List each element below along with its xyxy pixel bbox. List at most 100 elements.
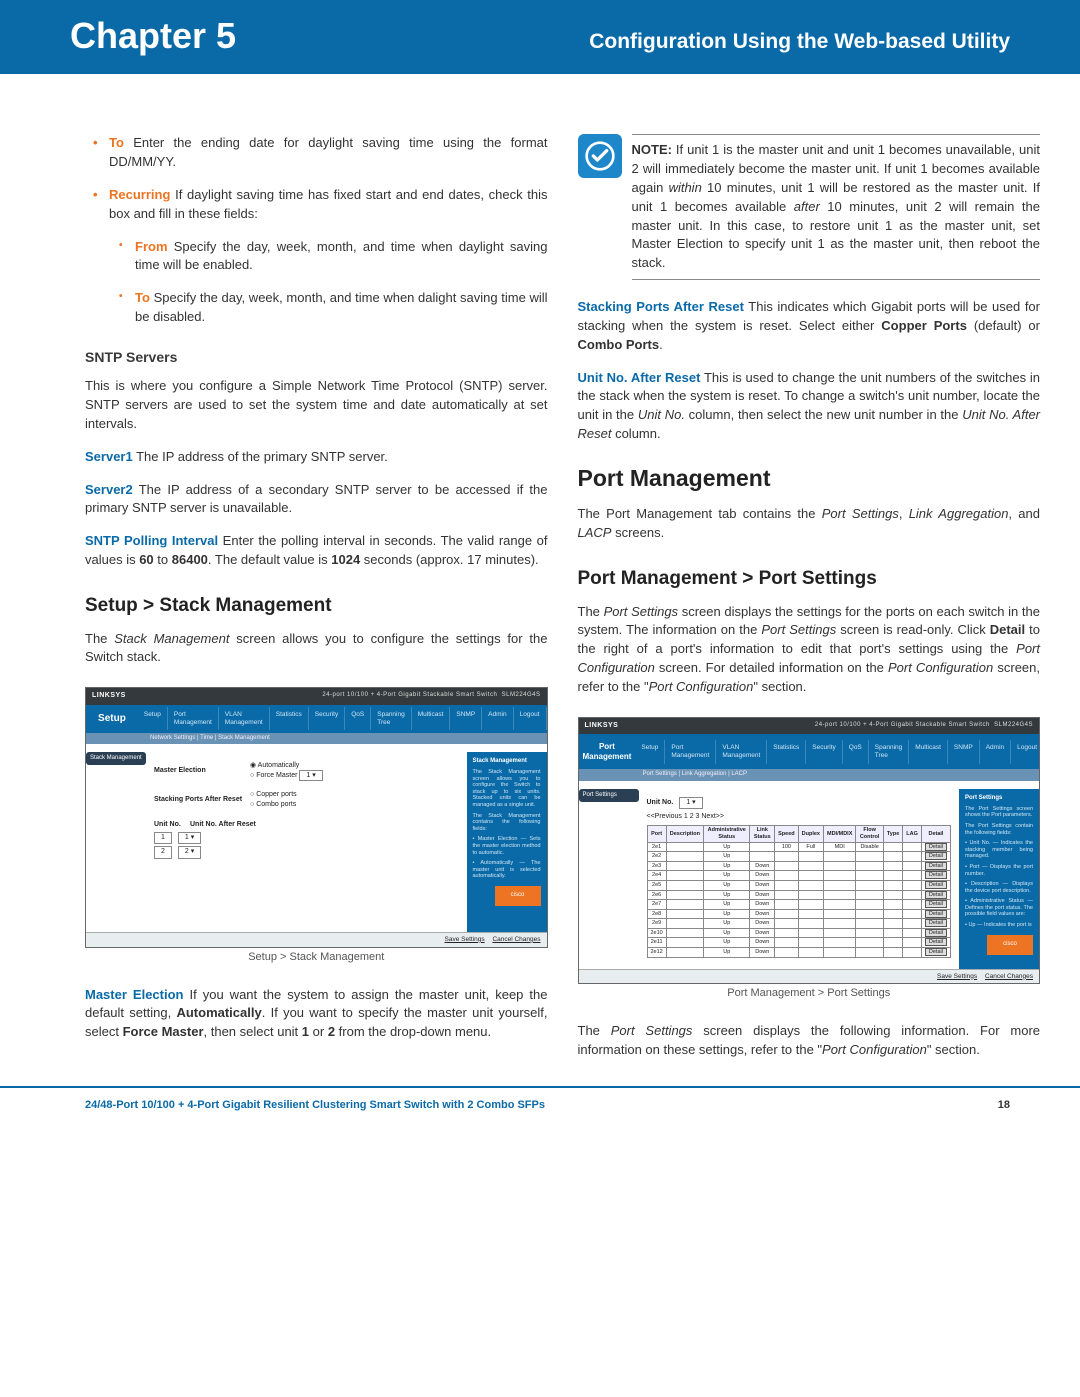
- term-to: To: [109, 135, 124, 150]
- detail-button[interactable]: Detail: [925, 919, 947, 927]
- heading-stack-mgmt: Setup > Stack Management: [85, 592, 548, 620]
- mock1-force-select[interactable]: 1 ▾: [299, 770, 322, 781]
- table-row: 2e6UpDownDetail: [647, 890, 951, 900]
- mock2-tab-multicast[interactable]: Multicast: [909, 740, 948, 764]
- mock1-tab-multicast[interactable]: Multicast: [412, 707, 451, 731]
- mock2-th-detail: Detail: [921, 826, 950, 842]
- mock2-th-lag: LAG: [903, 826, 922, 842]
- detail-button[interactable]: Detail: [925, 938, 947, 946]
- chapter-title: Chapter 5: [70, 10, 236, 62]
- table-row: 2e10UpDownDetail: [647, 928, 951, 938]
- page-number: 18: [998, 1098, 1010, 1114]
- italic-pc4: Port Configuration: [822, 1042, 927, 1057]
- bold-unit2: 2: [328, 1024, 335, 1039]
- mock2-save-button[interactable]: Save Settings: [937, 973, 977, 980]
- mock2-brand: LINKSYS: [585, 722, 619, 730]
- mock2-tab-qos[interactable]: QoS: [843, 740, 869, 764]
- bold-automatically: Automatically: [176, 1005, 261, 1020]
- mock2-th-flow: Flow Control: [856, 826, 883, 842]
- left-column: To Enter the ending date for daylight sa…: [85, 134, 548, 1066]
- detail-button[interactable]: Detail: [925, 900, 947, 908]
- page-body: To Enter the ending date for daylight sa…: [0, 74, 1080, 1086]
- mock1-tab-snmp[interactable]: SNMP: [450, 707, 482, 731]
- mock2-th-speed: Speed: [775, 826, 799, 842]
- mock2-th-link: Link Status: [750, 826, 775, 842]
- mock2-footer: Save Settings Cancel Changes: [579, 969, 1040, 984]
- mock1-leftnav: Stack Management: [86, 752, 146, 932]
- italic-ps1: Port Settings: [604, 604, 678, 619]
- mock1-save-button[interactable]: Save Settings: [445, 936, 485, 943]
- mock1-tab-stats[interactable]: Statistics: [270, 707, 309, 731]
- mock1-opt-auto[interactable]: ◉ Automatically: [250, 762, 323, 770]
- table-row: 2e5UpDownDetail: [647, 880, 951, 890]
- detail-button[interactable]: Detail: [925, 891, 947, 899]
- mock1-tab-port[interactable]: Port Management: [168, 707, 219, 731]
- bullet-from: From Specify the day, week, month, and t…: [125, 238, 548, 276]
- mock1-model: 24-port 10/100 + 4-Port Gigabit Stackabl…: [322, 692, 540, 699]
- footer-text: 24/48-Port 10/100 + 4-Port Gigabit Resil…: [85, 1098, 545, 1114]
- detail-button[interactable]: Detail: [925, 862, 947, 870]
- mock2-unitno-select[interactable]: 1 ▾: [679, 797, 702, 809]
- pmps-p2: The Port Settings screen displays the fo…: [578, 1022, 1041, 1060]
- figure-port-settings: LINKSYS 24-port 10/100 + 4-Port Gigabit …: [578, 717, 1041, 1013]
- detail-button[interactable]: Detail: [925, 871, 947, 879]
- mock1-opt-force[interactable]: ○ Force Master 1 ▾: [250, 772, 323, 780]
- table-row: 2e4UpDownDetail: [647, 871, 951, 881]
- mock1-help-title: Stack Management: [473, 758, 541, 765]
- table-row: 2e3UpDownDetail: [647, 861, 951, 871]
- mock1-r2-u: 2: [154, 846, 172, 858]
- mock1-tab-setup[interactable]: Setup: [138, 707, 168, 731]
- table-row: 2e8UpDownDetail: [647, 909, 951, 919]
- mock2-tab-logout[interactable]: Logout: [1011, 740, 1040, 764]
- italic-link-agg: Link Aggregation: [909, 506, 1009, 521]
- mock1-opt-combo[interactable]: ○ Combo ports: [250, 801, 297, 809]
- bullet-recurring: Recurring If daylight saving time has fi…: [99, 186, 548, 224]
- mock1-tab-security[interactable]: Security: [309, 707, 345, 731]
- figure-stack-mgmt: LINKSYS 24-port 10/100 + 4-Port Gigabit …: [85, 687, 548, 975]
- mock1-tab-vlan[interactable]: VLAN Management: [219, 707, 270, 731]
- sntp-intro: This is where you configure a Simple Net…: [85, 377, 548, 434]
- page-footer: 24/48-Port 10/100 + 4-Port Gigabit Resil…: [0, 1086, 1080, 1134]
- mock2-tab-security[interactable]: Security: [806, 740, 842, 764]
- mock1-tab-logout[interactable]: Logout: [514, 707, 547, 731]
- mock1-tab-stp[interactable]: Spanning Tree: [371, 707, 411, 731]
- mock2-leftnav-item[interactable]: Port Settings: [579, 789, 639, 802]
- mock1-master-label: Master Election: [154, 767, 244, 775]
- mock1-tab-qos[interactable]: QoS: [345, 707, 371, 731]
- bullet-to2: To Specify the day, week, month, and tim…: [125, 289, 548, 327]
- mock2-tab-port[interactable]: Port Management: [665, 740, 716, 764]
- mock2-tab-snmp[interactable]: SNMP: [948, 740, 980, 764]
- mock2-tab-admin[interactable]: Admin: [980, 740, 1011, 764]
- mock2-tab-stats[interactable]: Statistics: [767, 740, 806, 764]
- mock2-cancel-button[interactable]: Cancel Changes: [985, 973, 1033, 980]
- mock2-topbar: LINKSYS 24-port 10/100 + 4-Port Gigabit …: [579, 718, 1040, 734]
- mock2-tab-vlan[interactable]: VLAN Management: [716, 740, 767, 764]
- italic-pc2: Port Configuration: [888, 660, 993, 675]
- mock2-leftnav: Port Settings: [579, 789, 639, 969]
- mock1-footer: Save Settings Cancel Changes: [86, 932, 547, 947]
- mock2-pager[interactable]: <<Previous 1 2 3 Next>>: [647, 813, 952, 821]
- detail-button[interactable]: Detail: [925, 929, 947, 937]
- mock1-opt-copper[interactable]: ○ Copper ports: [250, 791, 297, 799]
- bold-detail: Detail: [990, 622, 1025, 637]
- table-row: 2e12UpDownDetail: [647, 948, 951, 958]
- detail-button[interactable]: Detail: [925, 843, 947, 851]
- detail-button[interactable]: Detail: [925, 881, 947, 889]
- mock2-tab-stp[interactable]: Spanning Tree: [869, 740, 909, 764]
- table-row: 2e11UpDownDetail: [647, 938, 951, 948]
- bold-copper-ports: Copper Ports: [881, 318, 967, 333]
- mock1-r1-a[interactable]: 1 ▾: [178, 832, 201, 844]
- mock2-tab-setup[interactable]: Setup: [635, 740, 665, 764]
- mock1-r2-a[interactable]: 2 ▾: [178, 846, 201, 858]
- mock2-th-admin: Administrative Status: [704, 826, 750, 842]
- italic-ps2: Port Settings: [761, 622, 836, 637]
- term-stacking-ports: Stacking Ports After Reset: [578, 299, 744, 314]
- mock2-section-label: Port Management: [579, 734, 636, 769]
- detail-button[interactable]: Detail: [925, 852, 947, 860]
- detail-button[interactable]: Detail: [925, 948, 947, 956]
- mock1-tab-admin[interactable]: Admin: [482, 707, 513, 731]
- detail-button[interactable]: Detail: [925, 910, 947, 918]
- mock1-leftnav-item[interactable]: Stack Management: [86, 752, 146, 765]
- mock2-model: 24-port 10/100 + 4-Port Gigabit Stackabl…: [815, 722, 1033, 729]
- mock1-cancel-button[interactable]: Cancel Changes: [492, 936, 540, 943]
